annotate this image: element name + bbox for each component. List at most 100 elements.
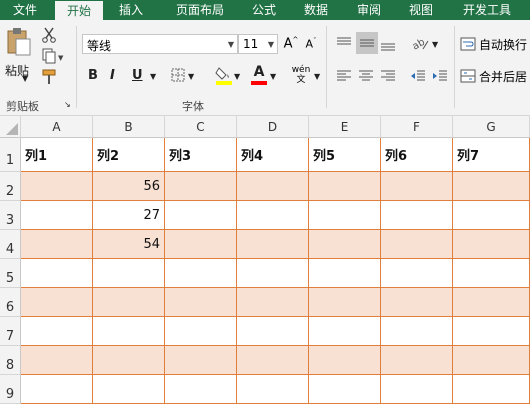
select-all-corner[interactable]: [0, 116, 21, 138]
table-cell[interactable]: [381, 288, 453, 317]
table-cell[interactable]: [237, 288, 309, 317]
tab-file[interactable]: 文件: [0, 0, 50, 20]
column-header-c[interactable]: C: [165, 116, 237, 138]
fill-color-button[interactable]: [214, 64, 234, 86]
header-cell[interactable]: 列5: [309, 138, 381, 172]
column-header-d[interactable]: D: [237, 116, 309, 138]
table-cell[interactable]: [309, 172, 381, 201]
merge-center-button[interactable]: 合并后居: [460, 66, 530, 86]
underline-button[interactable]: U: [132, 68, 143, 83]
column-header-e[interactable]: E: [309, 116, 381, 138]
column-header-g[interactable]: G: [453, 116, 530, 138]
table-cell[interactable]: [237, 346, 309, 375]
table-cell[interactable]: [165, 259, 237, 288]
table-cell[interactable]: [165, 201, 237, 230]
table-cell[interactable]: [309, 288, 381, 317]
row-header-6[interactable]: 6: [0, 288, 21, 317]
table-cell[interactable]: [453, 346, 530, 375]
table-cell[interactable]: [453, 259, 530, 288]
phonetic-guide-button[interactable]: wén 文: [290, 62, 312, 88]
table-cell[interactable]: [21, 172, 93, 201]
tab-insert[interactable]: 插入: [108, 0, 154, 20]
chevron-down-icon[interactable]: ▼: [225, 35, 237, 53]
header-cell[interactable]: 列1: [21, 138, 93, 172]
table-cell[interactable]: [21, 230, 93, 259]
table-cell[interactable]: [165, 317, 237, 346]
table-cell[interactable]: [93, 346, 165, 375]
table-cell[interactable]: [237, 172, 309, 201]
table-cell[interactable]: [165, 346, 237, 375]
column-header-a[interactable]: A: [21, 116, 93, 138]
tab-data[interactable]: 数据: [293, 0, 339, 20]
table-cell[interactable]: [453, 172, 530, 201]
tab-home[interactable]: 开始: [55, 0, 103, 21]
table-cell[interactable]: [309, 230, 381, 259]
table-cell[interactable]: [237, 259, 309, 288]
table-cell[interactable]: 56: [93, 172, 165, 201]
table-cell[interactable]: [165, 288, 237, 317]
table-cell[interactable]: 54: [93, 230, 165, 259]
middle-align-button[interactable]: [356, 32, 378, 54]
row-header-8[interactable]: 8: [0, 346, 21, 375]
align-right-button[interactable]: [378, 66, 398, 86]
table-cell[interactable]: [237, 201, 309, 230]
table-cell[interactable]: [93, 317, 165, 346]
header-cell[interactable]: 列3: [165, 138, 237, 172]
table-cell[interactable]: [381, 317, 453, 346]
header-cell[interactable]: 列2: [93, 138, 165, 172]
tab-page-layout[interactable]: 页面布局: [160, 0, 240, 20]
paste-dropdown-icon[interactable]: ▼: [22, 74, 28, 83]
table-cell[interactable]: [93, 259, 165, 288]
row-header-5[interactable]: 5: [0, 259, 21, 288]
header-cell[interactable]: 列4: [237, 138, 309, 172]
table-cell[interactable]: [309, 317, 381, 346]
table-cell[interactable]: [453, 317, 530, 346]
align-center-button[interactable]: [356, 66, 376, 86]
table-cell[interactable]: [453, 230, 530, 259]
chevron-down-icon[interactable]: ▼: [270, 72, 276, 81]
table-cell[interactable]: [21, 201, 93, 230]
header-cell[interactable]: 列7: [453, 138, 530, 172]
table-cell[interactable]: [381, 259, 453, 288]
table-cell[interactable]: [309, 346, 381, 375]
chevron-down-icon[interactable]: ▼: [265, 35, 277, 53]
tab-developer[interactable]: 开发工具: [450, 0, 524, 20]
table-cell[interactable]: [237, 230, 309, 259]
column-header-b[interactable]: B: [93, 116, 165, 138]
increase-font-size-button[interactable]: A^: [282, 34, 300, 54]
table-cell[interactable]: [21, 259, 93, 288]
decrease-font-size-button[interactable]: Aˇ: [302, 34, 320, 54]
font-color-button[interactable]: A: [250, 64, 268, 86]
row-header-7[interactable]: 7: [0, 317, 21, 346]
orientation-button[interactable]: ab: [410, 34, 432, 54]
table-cell[interactable]: [93, 288, 165, 317]
copy-button[interactable]: ▼: [40, 47, 66, 65]
bottom-align-button[interactable]: [378, 34, 398, 54]
increase-indent-button[interactable]: [430, 66, 450, 86]
table-cell[interactable]: [381, 346, 453, 375]
italic-button[interactable]: I: [110, 68, 115, 83]
table-cell[interactable]: [309, 259, 381, 288]
chevron-down-icon[interactable]: ▼: [314, 72, 320, 81]
table-cell[interactable]: [381, 230, 453, 259]
tab-review[interactable]: 审阅: [346, 0, 392, 20]
font-name-combobox[interactable]: 等线 ▼: [82, 34, 238, 54]
align-left-button[interactable]: [334, 66, 354, 86]
chevron-down-icon[interactable]: ▼: [234, 72, 240, 81]
chevron-down-icon[interactable]: ▼: [150, 72, 156, 81]
table-cell[interactable]: [237, 317, 309, 346]
bold-button[interactable]: B: [88, 68, 98, 83]
row-header-3[interactable]: 3: [0, 201, 21, 230]
chevron-down-icon[interactable]: ▼: [188, 72, 194, 81]
row-header-1[interactable]: 1: [0, 138, 21, 172]
format-painter-button[interactable]: [40, 68, 58, 86]
table-cell[interactable]: [21, 346, 93, 375]
borders-button[interactable]: [170, 66, 186, 84]
row-header-4[interactable]: 4: [0, 230, 21, 259]
table-cell[interactable]: [381, 172, 453, 201]
table-cell[interactable]: [165, 172, 237, 201]
decrease-indent-button[interactable]: [408, 66, 428, 86]
column-header-f[interactable]: F: [381, 116, 453, 138]
table-cell[interactable]: [309, 201, 381, 230]
table-cell[interactable]: [453, 288, 530, 317]
